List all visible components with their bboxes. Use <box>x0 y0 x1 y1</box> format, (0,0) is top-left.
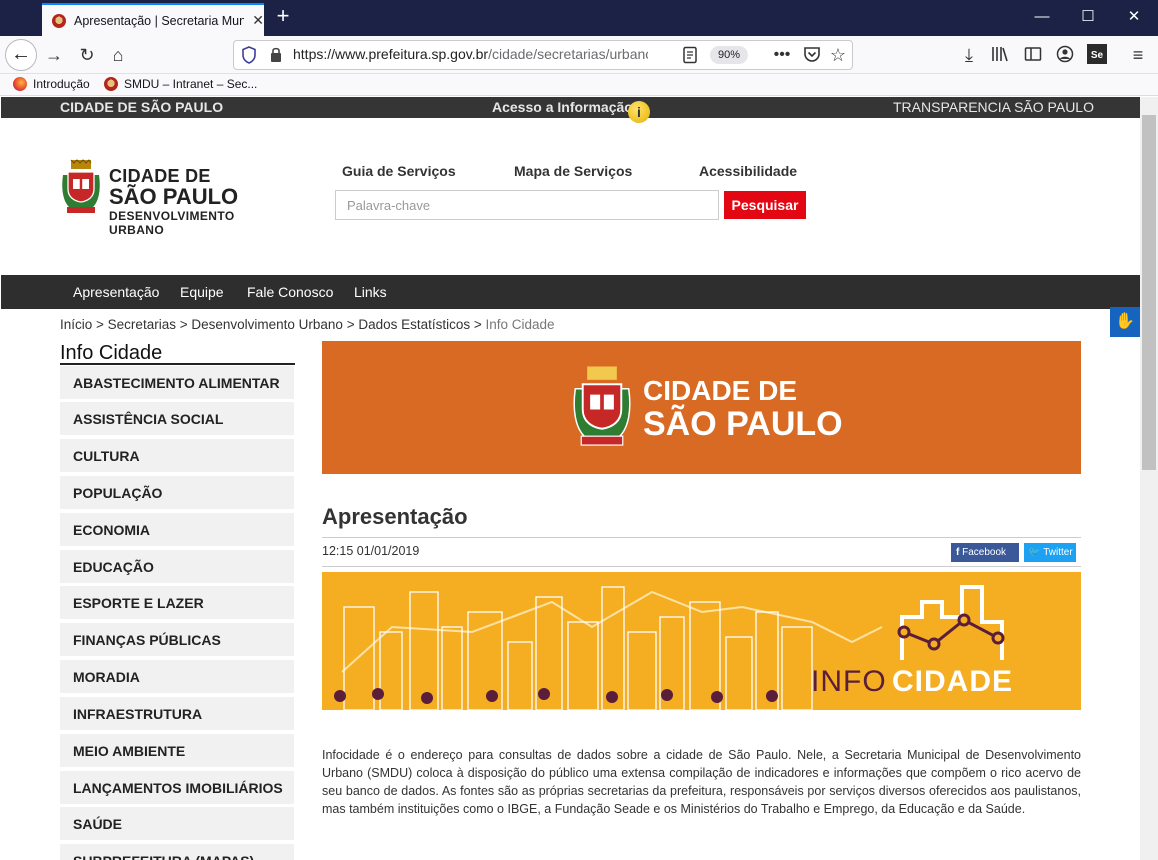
site-favicon-icon <box>104 77 118 91</box>
url-text[interactable]: https://www.prefeitura.sp.gov.br/cidade/… <box>293 46 648 62</box>
breadcrumb: Início > Secretarias > Desenvolvimento U… <box>60 317 555 332</box>
sidebar-item-economia[interactable]: ECONOMIA <box>60 513 294 548</box>
home-button[interactable]: ⌂ <box>104 41 132 69</box>
more-icon[interactable]: ••• <box>768 41 796 69</box>
menu-icon[interactable]: ≡ <box>1124 41 1152 69</box>
lock-icon[interactable] <box>269 46 283 63</box>
accessibility-link[interactable]: Acessibilidade <box>699 163 797 179</box>
nav-apresentacao[interactable]: Apresentação <box>73 284 159 300</box>
logo-line2: SÃO PAULO <box>109 184 239 209</box>
publish-datetime: 12:15 01/01/2019 <box>322 544 420 558</box>
sign-language-icon[interactable]: ✋ <box>1110 307 1140 337</box>
breadcrumb-item[interactable]: Início <box>60 317 92 332</box>
browser-tab[interactable]: Apresentação | Secretaria Muni ✕ <box>42 3 264 36</box>
nav-equipe[interactable]: Equipe <box>180 284 224 300</box>
page-title: Apresentação <box>322 504 468 529</box>
sidebar-item-infraestrutura[interactable]: INFRAESTRUTURA <box>60 697 294 732</box>
infobanner-text-info: INFO <box>811 665 887 698</box>
bookmark-label: SMDU – Intranet – Sec... <box>124 77 258 91</box>
sidebar-item-meio-ambiente[interactable]: MEIO AMBIENTE <box>60 734 294 769</box>
url-host: https://www.prefeitura.sp.gov.br <box>293 46 489 62</box>
nav-fale-conosco[interactable]: Fale Conosco <box>247 284 333 300</box>
sidebar-item-financas[interactable]: FINANÇAS PÚBLICAS <box>60 623 294 658</box>
breadcrumb-item[interactable]: Desenvolvimento Urbano <box>191 317 343 332</box>
banner-line1: CIDADE DE <box>643 375 798 406</box>
minimize-button[interactable]: — <box>1019 0 1065 34</box>
twitter-label: Twitter <box>1043 547 1073 558</box>
coat-of-arms-icon <box>573 366 631 446</box>
scrollbar-thumb[interactable] <box>1142 115 1156 470</box>
bookmark-smdu[interactable]: SMDU – Intranet – Sec... <box>104 77 257 91</box>
nav-links[interactable]: Links <box>354 284 387 300</box>
sidebar-item-assistencia[interactable]: ASSISTÊNCIA SOCIAL <box>60 402 294 437</box>
tab-title: Apresentação | Secretaria Muni <box>74 13 245 28</box>
sidebar-item-populacao[interactable]: POPULAÇÃO <box>60 476 294 511</box>
star-icon[interactable]: ☆ <box>824 41 852 69</box>
firefox-icon <box>13 77 27 91</box>
main-nav: Apresentação Equipe Fale Conosco Links <box>1 275 1140 309</box>
logo-line3: DESENVOLVIMENTO <box>109 209 235 223</box>
facebook-icon: f <box>956 547 960 558</box>
city-link[interactable]: CIDADE DE SÃO PAULO <box>60 99 223 115</box>
forward-button[interactable]: → <box>40 41 68 69</box>
city-banner: CIDADE DE SÃO PAULO <box>322 341 1081 474</box>
url-path: /cidade/secretarias/urbano <box>488 46 648 62</box>
services-guide-link[interactable]: Guia de Serviços <box>342 163 456 179</box>
info-icon[interactable]: i <box>628 101 650 123</box>
sidebar-item-subprefeitura[interactable]: SUBPREFEITURA (MAPAS) <box>60 844 294 860</box>
access-info-link[interactable]: Acesso a Informação <box>492 99 633 115</box>
bookmark-introducao[interactable]: Introdução <box>13 77 90 91</box>
breadcrumb-item[interactable]: Secretarias <box>108 317 176 332</box>
search-input[interactable]: Palavra-chave <box>335 190 719 220</box>
sidebar-icon[interactable] <box>1024 45 1042 63</box>
reload-button[interactable]: ↻ <box>73 41 101 69</box>
breadcrumb-current: Info Cidade <box>485 317 555 332</box>
banner-line2: SÃO PAULO <box>643 405 843 443</box>
sidebar-item-educacao[interactable]: EDUCAÇÃO <box>60 550 294 585</box>
new-tab-button[interactable]: + <box>272 5 294 29</box>
divider <box>322 537 1081 538</box>
sidebar-divider <box>60 363 295 365</box>
twitter-icon: 🐦 <box>1028 547 1041 558</box>
download-icon[interactable]: ⤓ <box>955 41 983 69</box>
transparency-link[interactable]: TRANSPARENCIA SÃO PAULO <box>893 99 1094 115</box>
sidebar-item-esporte[interactable]: ESPORTE E LAZER <box>60 586 294 621</box>
article-body: Infocidade é o endereço para consultas d… <box>322 748 1081 816</box>
facebook-share-button[interactable]: f Facebook <box>951 543 1019 562</box>
infobanner-text-cidade: CIDADE <box>892 665 1014 698</box>
infocidade-banner: INFO CIDADE <box>322 572 1081 710</box>
library-icon[interactable] <box>991 45 1009 63</box>
divider <box>322 566 1081 567</box>
breadcrumb-item[interactable]: Dados Estatísticos <box>358 317 470 332</box>
sidebar-item-moradia[interactable]: MORADIA <box>60 660 294 695</box>
sidebar-item-lancamentos[interactable]: LANÇAMENTOS IMOBILIÁRIOS <box>60 771 294 806</box>
twitter-share-button[interactable]: 🐦 Twitter <box>1024 543 1076 562</box>
pocket-icon[interactable] <box>803 45 821 63</box>
sidebar-item-saude[interactable]: SAÚDE <box>60 807 294 842</box>
coat-of-arms-icon <box>62 159 100 213</box>
site-favicon-icon <box>52 13 66 28</box>
reader-icon[interactable] <box>682 46 698 64</box>
account-icon[interactable] <box>1056 45 1074 63</box>
bookmark-label: Introdução <box>33 77 90 91</box>
sidebar-title: Info Cidade <box>60 342 163 364</box>
shield-icon[interactable] <box>241 46 257 64</box>
sidebar-item-cultura[interactable]: CULTURA <box>60 439 294 474</box>
web-page: CIDADE DE SÃO PAULO Acesso a Informação … <box>1 97 1140 860</box>
selenium-icon[interactable]: Se <box>1087 44 1107 64</box>
close-window-button[interactable]: ✕ <box>1111 0 1157 34</box>
services-map-link[interactable]: Mapa de Serviços <box>514 163 632 179</box>
maximize-button[interactable]: ☐ <box>1065 0 1111 34</box>
close-tab-icon[interactable]: ✕ <box>252 12 264 29</box>
search-button[interactable]: Pesquisar <box>724 191 806 219</box>
zoom-indicator[interactable]: 90% <box>710 46 748 64</box>
site-logo[interactable]: CIDADE DE SÃO PAULO DESENVOLVIMENTO URBA… <box>59 157 249 237</box>
gov-top-strip: CIDADE DE SÃO PAULO Acesso a Informação … <box>1 97 1140 118</box>
logo-line4: URBANO <box>109 223 165 237</box>
back-button[interactable]: ← <box>5 39 37 71</box>
sidebar-item-abastecimento[interactable]: ABASTECIMENTO ALIMENTAR <box>60 366 294 401</box>
facebook-label: Facebook <box>962 547 1007 558</box>
